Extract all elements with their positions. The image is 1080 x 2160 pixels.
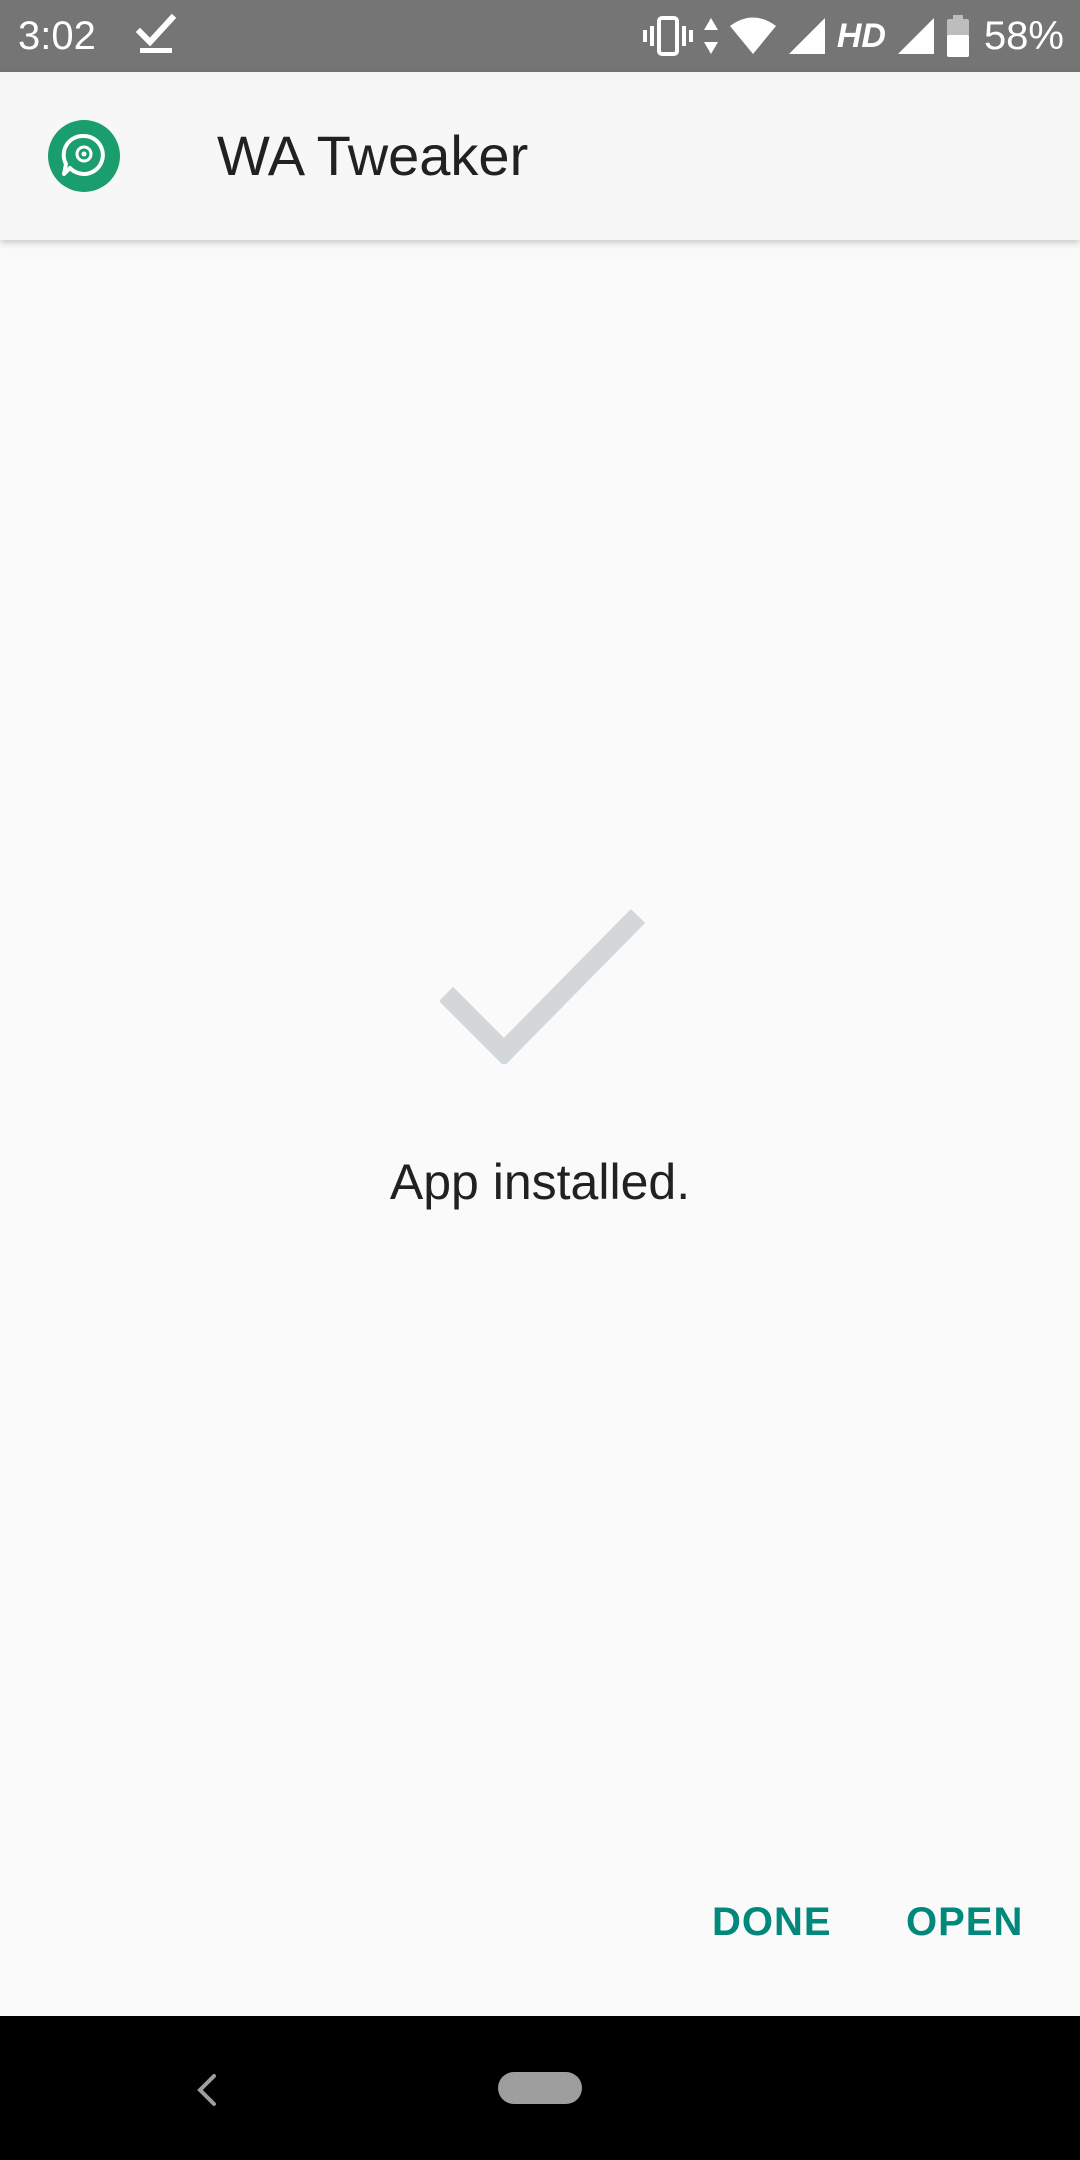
network-type: HD bbox=[836, 17, 886, 55]
wifi-icon bbox=[729, 17, 776, 54]
status-time: 3:02 bbox=[18, 14, 96, 58]
status-bar: 3:02 HD 58% bbox=[0, 0, 1080, 72]
wa-tweaker-app-icon bbox=[48, 120, 120, 192]
battery-icon bbox=[946, 15, 969, 57]
data-arrows-icon bbox=[703, 18, 718, 54]
screen: 3:02 HD 58% WA Tweaker App installed. DO… bbox=[0, 0, 1080, 2160]
open-button[interactable]: OPEN bbox=[898, 1890, 1031, 1954]
signal-icon bbox=[788, 18, 825, 54]
done-button[interactable]: DONE bbox=[704, 1890, 840, 1954]
vibrate-icon bbox=[642, 16, 693, 56]
check-icon bbox=[440, 908, 645, 1064]
app-title: WA Tweaker bbox=[217, 124, 529, 187]
status-icons: HD 58% bbox=[642, 10, 1064, 62]
signal-icon bbox=[897, 18, 934, 54]
home-pill-icon[interactable] bbox=[498, 2072, 582, 2104]
navigation-bar bbox=[0, 2016, 1080, 2160]
battery-percent: 58% bbox=[983, 14, 1064, 58]
install-status-message: App installed. bbox=[389, 1154, 691, 1210]
install-result-panel bbox=[0, 264, 1080, 2014]
download-done-icon bbox=[136, 14, 176, 53]
app-bar: WA Tweaker bbox=[0, 72, 1080, 240]
back-icon[interactable] bbox=[190, 2070, 226, 2110]
